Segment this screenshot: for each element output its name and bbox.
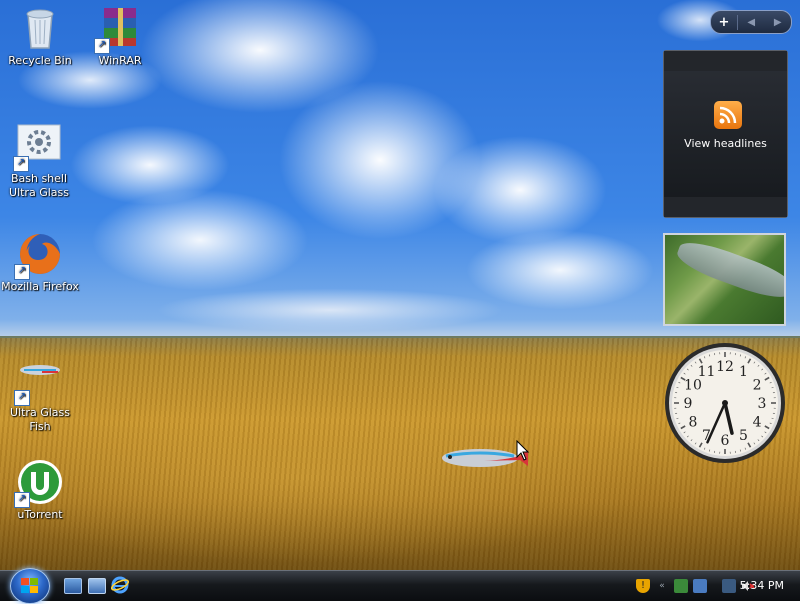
overflow-chevron-icon[interactable]: « xyxy=(655,579,669,593)
slideshow-gadget[interactable] xyxy=(663,233,786,326)
internet-explorer-icon[interactable] xyxy=(111,576,129,594)
shortcut-arrow-icon: ↗ xyxy=(14,492,30,508)
slideshow-image xyxy=(673,235,786,304)
shortcut-arrow-icon: ↗ xyxy=(94,38,110,54)
next-page-button[interactable]: ▶ xyxy=(765,17,792,28)
network-connection-icon[interactable] xyxy=(722,579,736,593)
mouse-cursor-icon xyxy=(516,440,530,466)
shortcut-arrow-icon: ↗ xyxy=(14,390,30,406)
desktop-icon-label: Mozilla Firefox xyxy=(0,280,80,294)
desktop-icon-firefox[interactable]: ↗ Mozilla Firefox xyxy=(0,230,80,294)
gadget-header-bar xyxy=(664,51,787,71)
clock-number: 12 xyxy=(716,359,734,375)
clock-number: 5 xyxy=(739,428,748,444)
desktop-icon-label: Ultra Glass Fish xyxy=(0,406,80,434)
taskbar: ! « 5:34 PM xyxy=(0,570,800,601)
fish-icon: ↗ xyxy=(16,356,64,404)
gadget-footer-bar xyxy=(664,197,787,217)
network-icon[interactable] xyxy=(674,579,688,593)
desktop-icon-label: WinRAR xyxy=(80,54,160,68)
clock-number: 9 xyxy=(684,396,693,412)
clock-number: 6 xyxy=(721,433,730,449)
desktop-icon-label: Recycle Bin xyxy=(0,54,80,68)
bash-shell-icon: ↗ xyxy=(15,122,63,170)
clock-gadget[interactable]: 121234567891011 xyxy=(664,342,786,464)
add-gadget-button[interactable]: + xyxy=(711,15,738,30)
shortcut-arrow-icon: ↗ xyxy=(14,264,30,280)
clock-number: 11 xyxy=(698,364,716,380)
start-button[interactable] xyxy=(10,568,50,604)
utorrent-icon: ↗ xyxy=(16,458,64,506)
view-headlines-link[interactable]: View headlines xyxy=(664,137,787,150)
display-icon[interactable] xyxy=(693,579,707,593)
clock-number: 4 xyxy=(753,415,762,431)
clock-number: 3 xyxy=(758,396,767,412)
firefox-icon: ↗ xyxy=(16,230,64,278)
desktop-icon-utorrent[interactable]: ↗ uTorrent xyxy=(0,458,80,522)
windows-flag-icon xyxy=(21,578,39,594)
previous-page-button[interactable]: ◀ xyxy=(738,17,765,28)
feed-headlines-gadget[interactable]: View headlines xyxy=(663,50,788,218)
switch-windows-icon[interactable] xyxy=(88,578,106,594)
winrar-icon: ↗ xyxy=(96,4,144,52)
shortcut-arrow-icon: ↗ xyxy=(13,156,29,172)
recycle-bin-icon xyxy=(16,4,64,52)
desktop-icon-label: Bash shell Ultra Glass xyxy=(0,172,78,200)
clock-number: 8 xyxy=(688,415,697,431)
rss-icon xyxy=(714,101,742,129)
desktop-icon-bash-shell[interactable]: ↗ Bash shell Ultra Glass xyxy=(0,122,78,200)
desktop-icon-winrar[interactable]: ↗ WinRAR xyxy=(80,4,160,68)
desktop-icon-recycle-bin[interactable]: Recycle Bin xyxy=(0,4,80,68)
show-desktop-icon[interactable] xyxy=(64,578,82,594)
sidebar-controls: + ◀ ▶ xyxy=(710,10,792,34)
taskbar-clock[interactable]: 5:34 PM xyxy=(740,579,784,592)
clock-face: 121234567891011 xyxy=(664,342,786,464)
desktop-icon-label: uTorrent xyxy=(0,508,80,522)
clock-number: 2 xyxy=(753,378,762,394)
security-shield-icon[interactable]: ! xyxy=(636,579,650,593)
desktop-icon-ultra-glass-fish[interactable]: ↗ Ultra Glass Fish xyxy=(0,356,80,434)
clock-number: 1 xyxy=(739,364,748,380)
